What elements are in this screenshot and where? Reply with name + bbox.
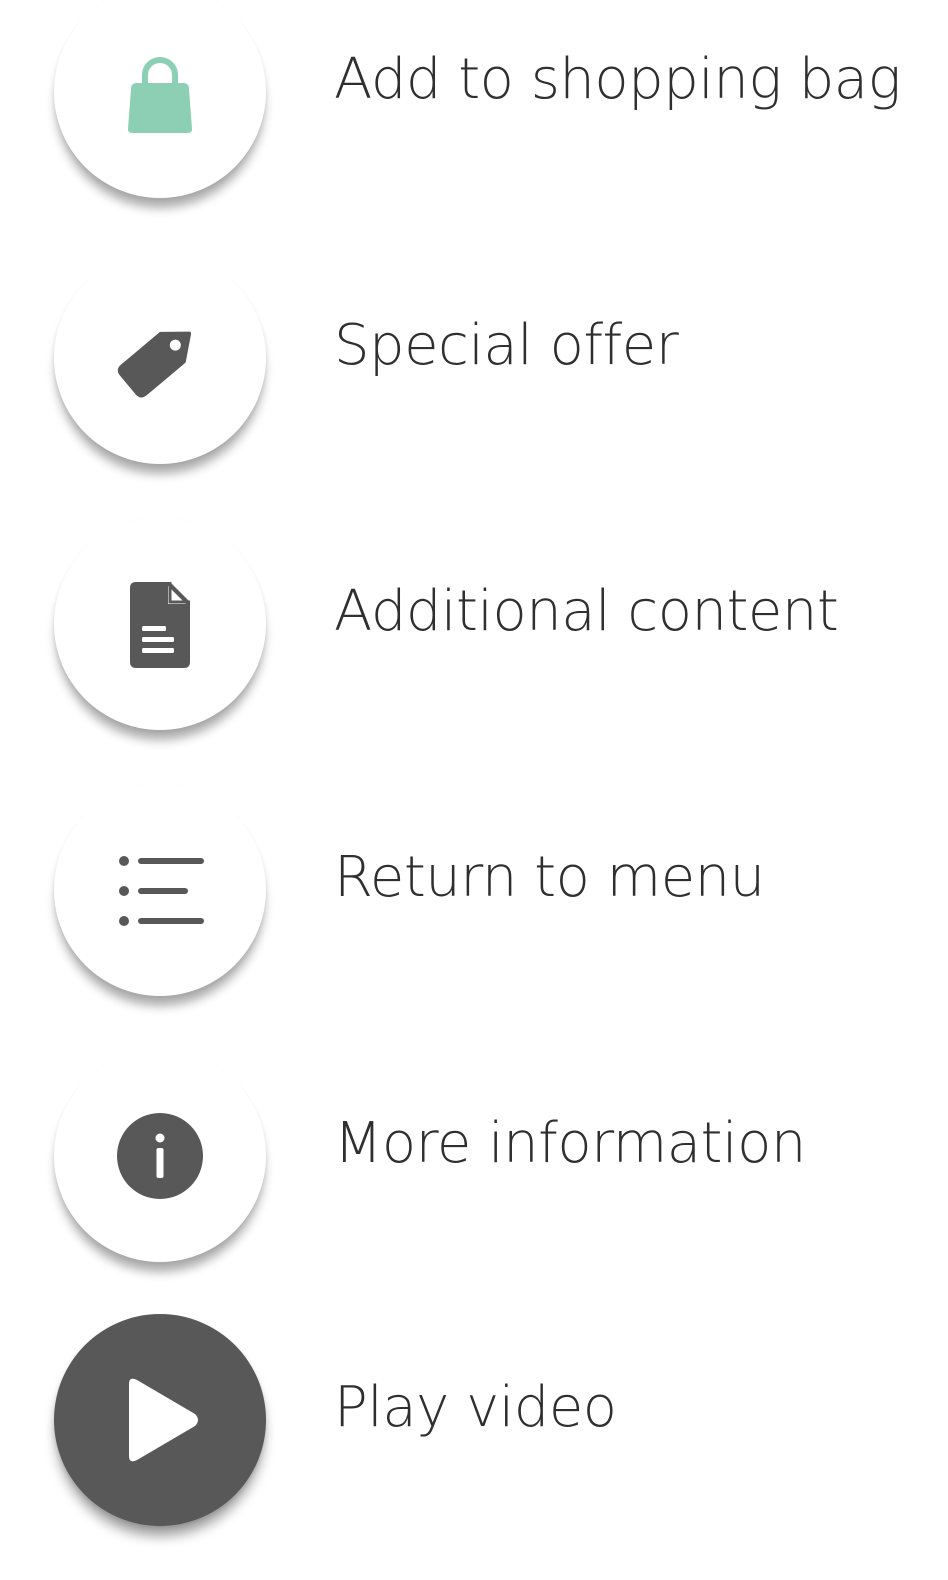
menu-item-special-offer[interactable]: Special offer: [0, 252, 948, 518]
menu-item-label: Additional content: [334, 579, 839, 644]
menu-item-label: Return to menu: [334, 845, 765, 910]
action-menu: Add to shopping bag Special offer Additi…: [0, 0, 948, 1532]
play-video-button[interactable]: [54, 1314, 266, 1526]
additional-content-button[interactable]: [54, 518, 266, 730]
return-to-menu-button[interactable]: [54, 784, 266, 996]
document-icon: [130, 582, 190, 668]
play-icon: [129, 1378, 198, 1462]
info-icon: [117, 1113, 203, 1199]
menu-item-more-information[interactable]: More information: [0, 1050, 948, 1316]
more-information-button[interactable]: [54, 1050, 266, 1262]
menu-item-label: Play video: [334, 1375, 617, 1440]
menu-item-play-video[interactable]: Play video: [0, 1314, 948, 1580]
special-offer-button[interactable]: [54, 252, 266, 464]
tag-icon: [117, 331, 192, 398]
menu-item-return-to-menu[interactable]: Return to menu: [0, 784, 948, 1050]
add-to-bag-button[interactable]: [54, 0, 266, 198]
menu-item-additional-content[interactable]: Additional content: [0, 518, 948, 784]
menu-item-label: More information: [334, 1111, 806, 1176]
menu-item-add-to-bag[interactable]: Add to shopping bag: [0, 0, 948, 252]
menu-item-label: Special offer: [334, 313, 679, 378]
shopping-bag-icon: [128, 57, 192, 133]
list-icon: [119, 856, 204, 926]
menu-item-label: Add to shopping bag: [334, 47, 901, 112]
